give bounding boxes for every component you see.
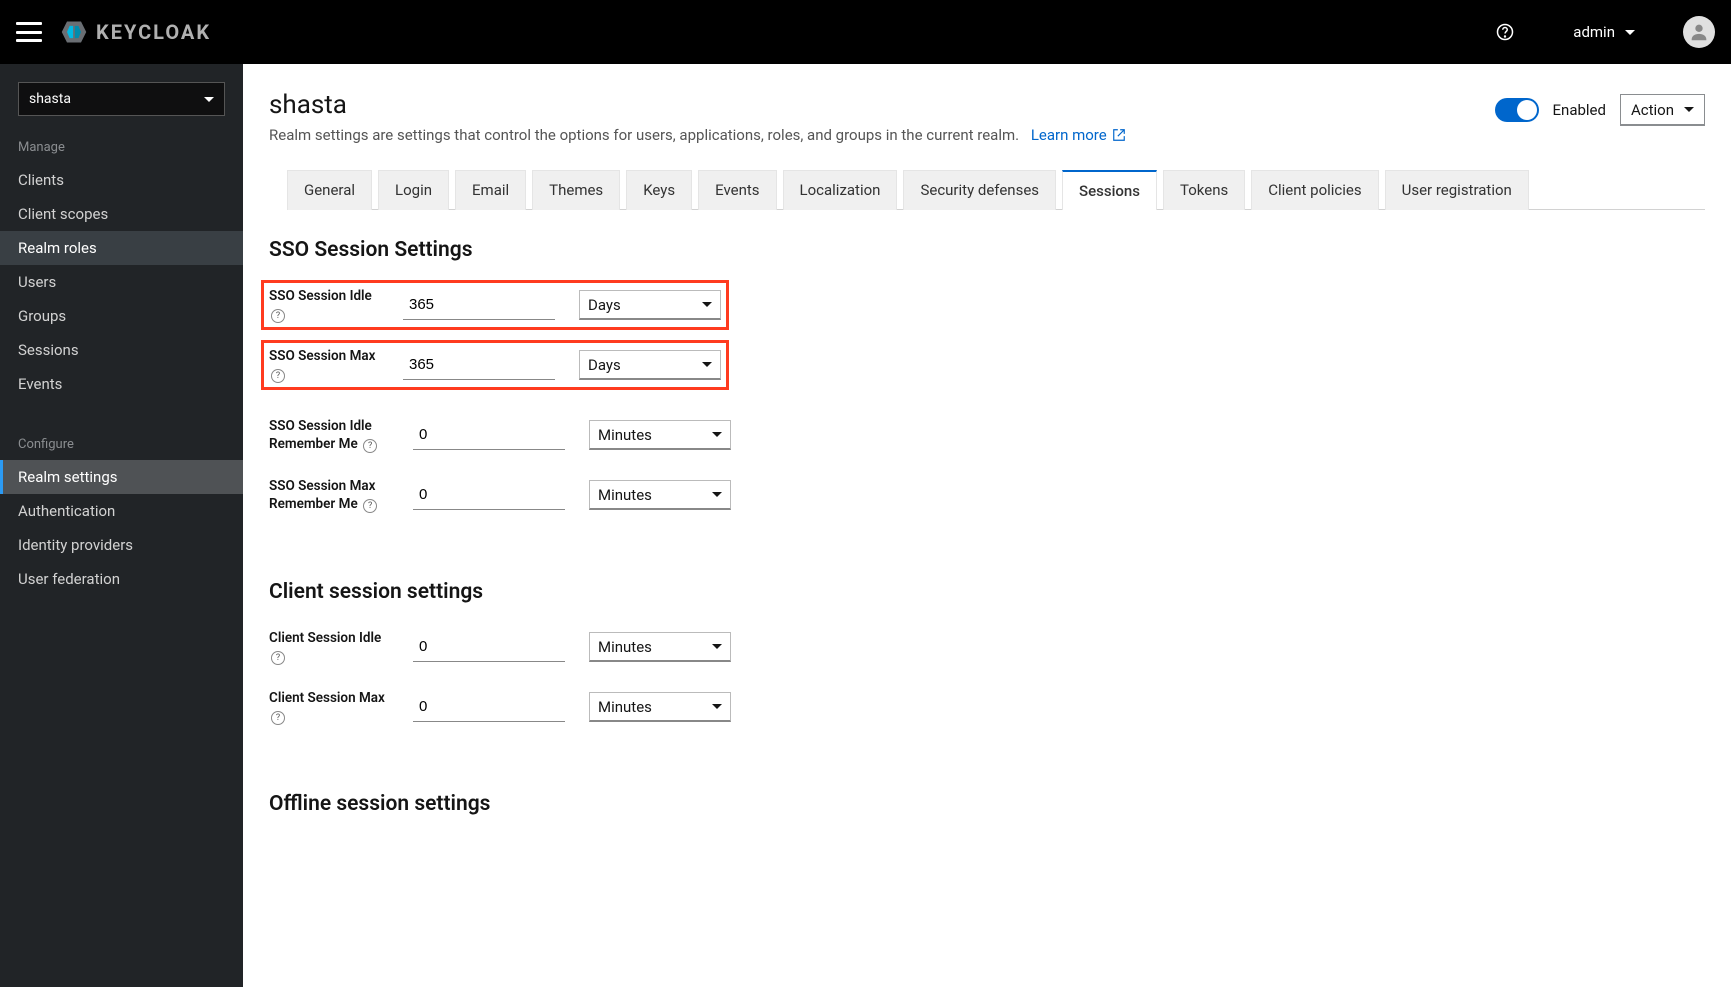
sidebar-item-client-scopes[interactable]: Client scopes [0,197,243,231]
learn-more-link[interactable]: Learn more [1031,126,1127,144]
help-icon[interactable]: ? [271,369,285,383]
label-sso-session-max: SSO Session Max ? [269,347,389,383]
chevron-down-icon [702,362,712,367]
unit-select-client-idle[interactable]: Minutes [589,632,731,662]
sidebar-section-manage: Manage [0,130,243,163]
sidebar-item-clients[interactable]: Clients [0,163,243,197]
topbar: KEYCLOAK admin [0,0,1731,64]
sidebar-item-realm-settings[interactable]: Realm settings [0,460,243,494]
chevron-down-icon [1684,107,1694,112]
page-description: Realm settings are settings that control… [269,126,1126,146]
chevron-down-icon [702,302,712,307]
tab-security-defenses[interactable]: Security defenses [903,170,1056,210]
row-sso-idle-remember-me: SSO Session Idle Remember Me ? Minutes [269,410,1705,460]
help-icon[interactable]: ? [271,711,285,725]
tab-tokens[interactable]: Tokens [1163,170,1245,210]
keycloak-logo-icon [60,18,88,46]
chevron-down-icon [712,704,722,709]
sidebar-item-user-federation[interactable]: User federation [0,562,243,596]
section-client-title: Client session settings [269,580,1705,604]
realm-selected: shasta [29,91,71,107]
unit-select-sso-idle-rm[interactable]: Minutes [589,420,731,450]
tabs: General Login Email Themes Keys Events L… [287,170,1705,210]
chevron-down-icon [712,492,722,497]
section-offline-title: Offline session settings [269,792,1705,816]
chevron-down-icon [712,644,722,649]
input-sso-session-max[interactable] [403,350,555,380]
enabled-label: Enabled [1553,101,1606,119]
sidebar-item-authentication[interactable]: Authentication [0,494,243,528]
tab-login[interactable]: Login [378,170,449,210]
chevron-down-icon [204,97,214,102]
row-sso-session-idle: SSO Session Idle ? Days [261,280,729,330]
chevron-down-icon [1625,30,1635,35]
help-icon[interactable]: ? [363,499,377,513]
sidebar-item-sessions[interactable]: Sessions [0,333,243,367]
row-client-session-idle: Client Session Idle ? Minutes [269,622,1705,672]
unit-select-sso-max-rm[interactable]: Minutes [589,480,731,510]
label-sso-idle-remember-me: SSO Session Idle Remember Me ? [269,417,399,453]
tab-sessions[interactable]: Sessions [1062,170,1157,210]
row-sso-session-max: SSO Session Max ? Days [261,340,729,390]
menu-toggle-icon[interactable] [16,22,42,42]
input-client-session-max[interactable] [413,692,565,722]
help-icon[interactable]: ? [271,309,285,323]
sidebar-item-events[interactable]: Events [0,367,243,401]
row-sso-max-remember-me: SSO Session Max Remember Me ? Minutes [269,470,1705,520]
tab-keys[interactable]: Keys [626,170,692,210]
help-icon[interactable] [1495,22,1515,42]
page-title: shasta [269,90,1126,120]
sidebar-item-groups[interactable]: Groups [0,299,243,333]
tab-user-registration[interactable]: User registration [1385,170,1529,210]
help-icon[interactable]: ? [363,439,377,453]
tab-localization[interactable]: Localization [783,170,898,210]
tab-themes[interactable]: Themes [532,170,620,210]
enabled-toggle[interactable] [1495,98,1539,122]
sidebar-item-identity-providers[interactable]: Identity providers [0,528,243,562]
main-content: shasta Realm settings are settings that … [243,64,1731,987]
input-client-session-idle[interactable] [413,632,565,662]
sidebar-item-users[interactable]: Users [0,265,243,299]
label-sso-max-remember-me: SSO Session Max Remember Me ? [269,477,399,513]
row-client-session-max: Client Session Max ? Minutes [269,682,1705,732]
avatar[interactable] [1683,16,1715,48]
unit-select-sso-max[interactable]: Days [579,350,721,380]
sidebar-item-realm-roles[interactable]: Realm roles [0,231,243,265]
tab-general[interactable]: General [287,170,372,210]
action-dropdown[interactable]: Action [1620,94,1705,126]
label-sso-session-idle: SSO Session Idle ? [269,287,389,323]
chevron-down-icon [712,432,722,437]
section-sso-title: SSO Session Settings [269,238,1705,262]
input-sso-idle-remember-me[interactable] [413,420,565,450]
unit-select-client-max[interactable]: Minutes [589,692,731,722]
sidebar: shasta Manage Clients Client scopes Real… [0,64,243,987]
tab-email[interactable]: Email [455,170,526,210]
realm-selector[interactable]: shasta [18,82,225,116]
user-menu[interactable]: admin [1573,23,1635,41]
input-sso-session-idle[interactable] [403,290,555,320]
help-icon[interactable]: ? [271,651,285,665]
unit-select-sso-idle[interactable]: Days [579,290,721,320]
sidebar-section-configure: Configure [0,427,243,460]
tab-events[interactable]: Events [698,170,776,210]
input-sso-max-remember-me[interactable] [413,480,565,510]
user-label: admin [1573,23,1615,41]
brand: KEYCLOAK [60,18,211,46]
brand-text: KEYCLOAK [96,20,211,44]
label-client-session-idle: Client Session Idle ? [269,629,399,665]
external-link-icon [1112,128,1126,146]
tab-client-policies[interactable]: Client policies [1251,170,1378,210]
label-client-session-max: Client Session Max ? [269,689,399,725]
